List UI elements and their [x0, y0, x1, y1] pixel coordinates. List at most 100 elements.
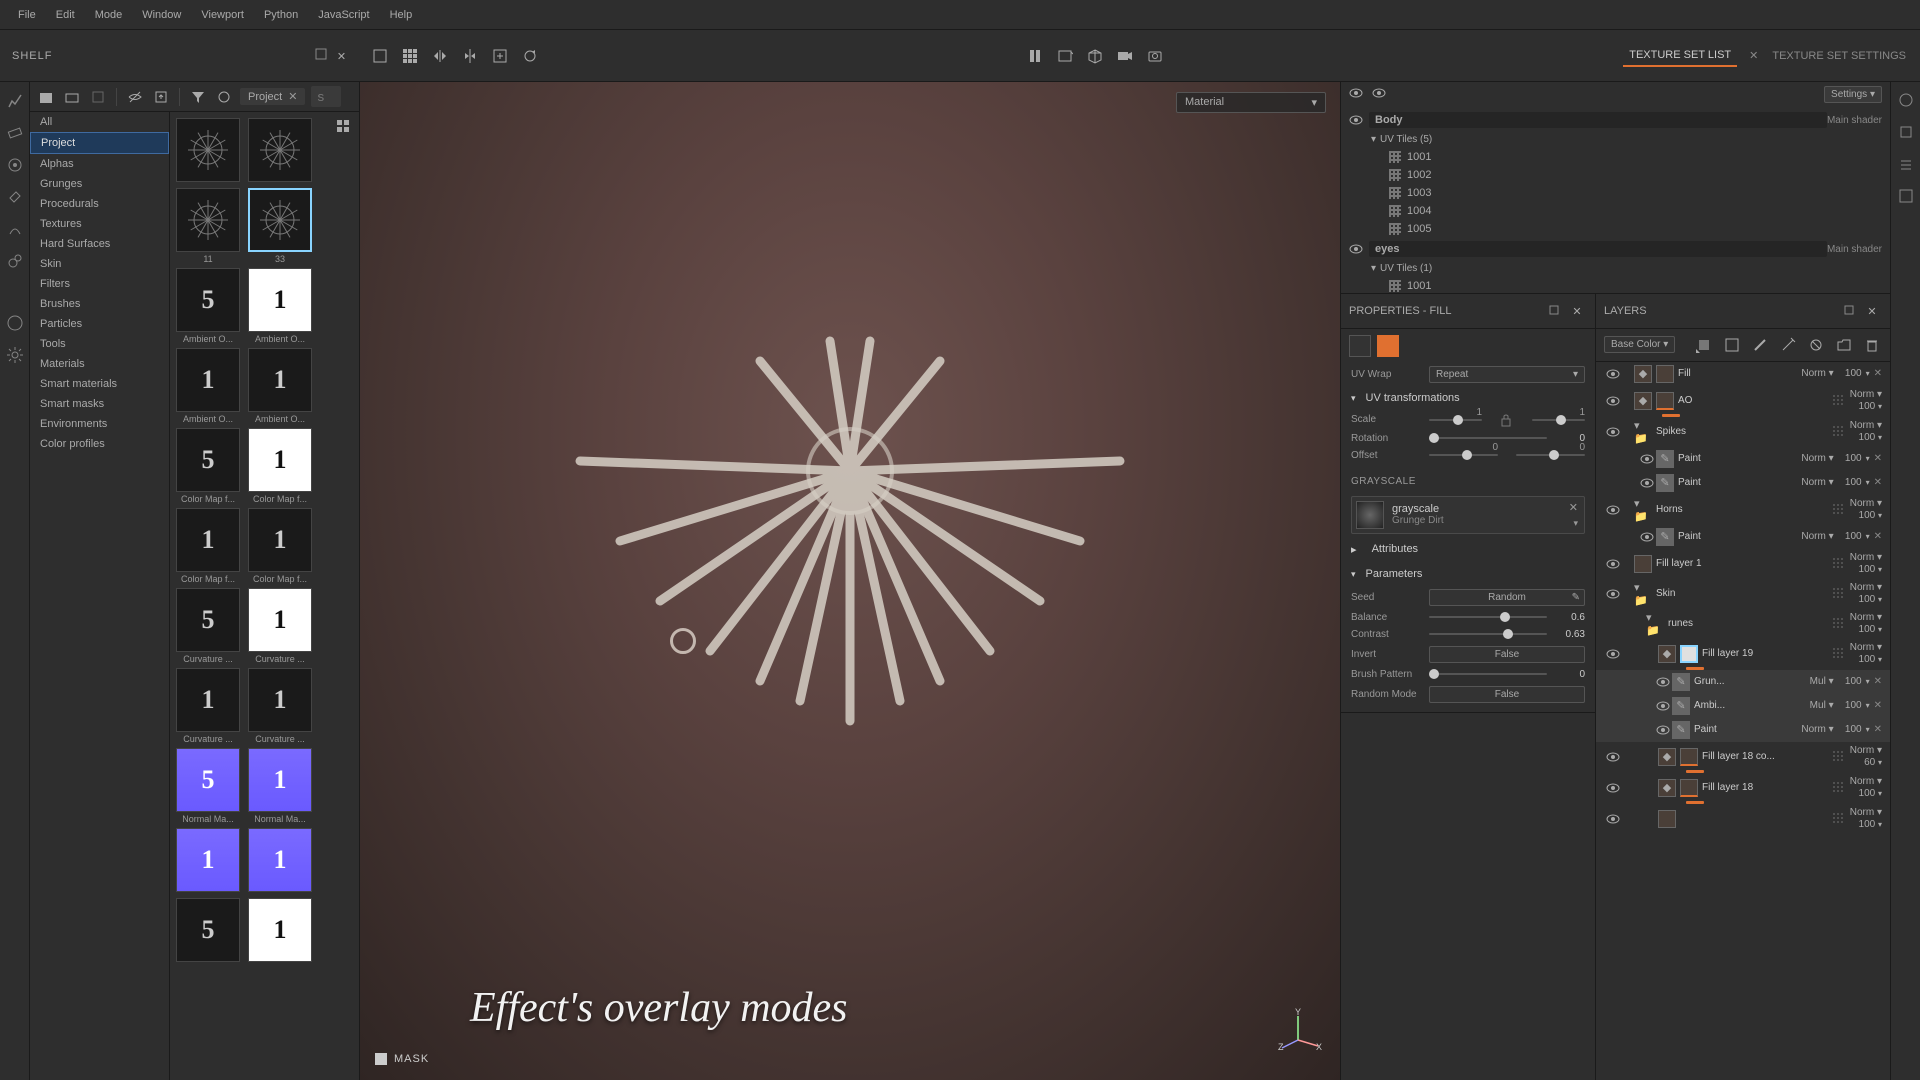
- tab-texture-set-settings[interactable]: TEXTURE SET SETTINGS: [1766, 46, 1912, 66]
- menu-viewport[interactable]: Viewport: [191, 9, 254, 21]
- layer-blend-dropdown[interactable]: Norm ▾: [1801, 368, 1833, 379]
- layer-blend-dropdown[interactable]: Norm ▾: [1801, 724, 1833, 735]
- layer-handle-icon[interactable]: [1832, 812, 1846, 826]
- uv-tile-id[interactable]: 1001: [1407, 280, 1431, 292]
- layer-handle-icon[interactable]: [1832, 394, 1846, 408]
- layer-row-5[interactable]: ▾ 📁Horns Norm ▾ 100 ▾: [1596, 495, 1890, 525]
- layer-eye-icon[interactable]: [1604, 649, 1622, 659]
- shelf-thumb-10[interactable]: 1Color Map f...: [176, 508, 240, 584]
- shelf-category-hard-surfaces[interactable]: Hard Surfaces: [30, 234, 169, 254]
- layer-blend-dropdown[interactable]: Norm ▾: [1850, 420, 1882, 431]
- layer-blend-dropdown[interactable]: Norm ▾: [1850, 807, 1882, 818]
- shelf-category-procedurals[interactable]: Procedurals: [30, 194, 169, 214]
- layer-thumb-icon[interactable]: [1680, 779, 1698, 797]
- pause-icon[interactable]: [1025, 46, 1045, 66]
- tsl-eye-icon[interactable]: [1349, 244, 1363, 254]
- layer-remove-icon[interactable]: ✕: [1874, 477, 1882, 488]
- uv-tile-id[interactable]: 1002: [1407, 169, 1431, 181]
- layer-name[interactable]: Fill layer 18 co...: [1702, 751, 1775, 762]
- filter-icon[interactable]: [188, 87, 208, 107]
- layer-name[interactable]: Ambi...: [1694, 700, 1725, 711]
- layer-remove-icon[interactable]: ✕: [1874, 453, 1882, 464]
- layer-name[interactable]: Skin: [1656, 588, 1675, 599]
- menu-javascript[interactable]: JavaScript: [308, 9, 379, 21]
- shelf-thumb-21[interactable]: 1: [248, 898, 312, 964]
- layer-row-10[interactable]: ◆Fill layer 19 Norm ▾ 100 ▾: [1596, 639, 1890, 669]
- menu-window[interactable]: Window: [132, 9, 191, 21]
- settings-gear-icon[interactable]: [6, 346, 24, 364]
- menu-help[interactable]: Help: [380, 9, 423, 21]
- layer-row-8[interactable]: ▾ 📁Skin Norm ▾ 100 ▾: [1596, 579, 1890, 609]
- shelf-thumb-5[interactable]: 1Ambient O...: [248, 268, 312, 344]
- layer-row-4[interactable]: ✎PaintNorm ▾100▾✕: [1596, 471, 1890, 495]
- layer-thumb-icon[interactable]: ◆: [1658, 779, 1676, 797]
- shelf-thumb-7[interactable]: 1Ambient O...: [248, 348, 312, 424]
- shelf-category-particles[interactable]: Particles: [30, 314, 169, 334]
- layer-opacity[interactable]: 100: [1838, 368, 1862, 379]
- layer-thumb-icon[interactable]: ✎: [1656, 474, 1674, 492]
- invert-dropdown[interactable]: False: [1429, 646, 1585, 663]
- layer-thumb-icon[interactable]: [1634, 555, 1652, 573]
- layer-blend-dropdown[interactable]: Mul ▾: [1810, 700, 1834, 711]
- layer-remove-icon[interactable]: ✕: [1874, 531, 1882, 542]
- tsl-eye-solo-icon[interactable]: [1372, 88, 1386, 98]
- layer-eye-icon[interactable]: [1654, 677, 1672, 687]
- layer-name[interactable]: runes: [1668, 618, 1693, 629]
- shelf-thumb-19[interactable]: 1: [248, 828, 312, 894]
- grayscale-resource-chip[interactable]: grayscale Grunge Dirt ✕ ▾: [1351, 496, 1585, 534]
- shelf-thumb-8[interactable]: 5Color Map f...: [176, 428, 240, 504]
- layer-eye-icon[interactable]: [1638, 478, 1656, 488]
- layer-eye-icon[interactable]: [1604, 396, 1622, 406]
- shelf-thumb-6[interactable]: 1Ambient O...: [176, 348, 240, 424]
- layer-eye-icon[interactable]: [1604, 752, 1622, 762]
- layer-opacity[interactable]: 100: [1859, 510, 1876, 521]
- tsl-eye-all-icon[interactable]: [1349, 88, 1363, 98]
- uv-wrap-dropdown[interactable]: Repeat▾: [1429, 366, 1585, 383]
- layer-remove-icon[interactable]: ✕: [1874, 700, 1882, 711]
- shelf-category-smart-materials[interactable]: Smart materials: [30, 374, 169, 394]
- shelf-thumb-14[interactable]: 1Curvature ...: [176, 668, 240, 744]
- layer-handle-icon[interactable]: [1832, 425, 1846, 439]
- symmetry-icon[interactable]: [430, 46, 450, 66]
- tsl-tiles-label[interactable]: UV Tiles (1): [1380, 263, 1432, 274]
- layer-blend-dropdown[interactable]: Norm ▾: [1801, 453, 1833, 464]
- layer-remove-icon[interactable]: ✕: [1874, 724, 1882, 735]
- layers-close-icon[interactable]: ✕: [1862, 302, 1882, 322]
- layer-remove-icon[interactable]: ✕: [1874, 676, 1882, 687]
- layer-row-9[interactable]: ▾ 📁runes Norm ▾ 100 ▾: [1596, 609, 1890, 639]
- layer-thumb-icon[interactable]: [1680, 645, 1698, 663]
- shelf-category-project[interactable]: Project: [30, 132, 169, 154]
- menu-file[interactable]: File: [8, 9, 46, 21]
- layer-thumb-icon[interactable]: ✎: [1672, 721, 1690, 739]
- tsl-settings-dropdown[interactable]: Settings ▾: [1824, 86, 1882, 103]
- tsl-tiles-label[interactable]: UV Tiles (5): [1380, 134, 1432, 145]
- add-icon[interactable]: [490, 46, 510, 66]
- shelf-category-environments[interactable]: Environments: [30, 414, 169, 434]
- layer-handle-icon[interactable]: [1832, 587, 1846, 601]
- shelf-thumb-9[interactable]: 1Color Map f...: [248, 428, 312, 504]
- viewport-3d[interactable]: Material ▾ Effect's overlay modes MASK Y…: [360, 82, 1340, 1080]
- shelf-category-smart-masks[interactable]: Smart masks: [30, 394, 169, 414]
- properties-close-icon[interactable]: ✕: [1567, 302, 1587, 322]
- layer-thumb-icon[interactable]: ◆: [1658, 748, 1676, 766]
- layer-row-11[interactable]: ✎Grun...Mul ▾100▾✕: [1596, 670, 1890, 694]
- layer-eye-icon[interactable]: [1604, 783, 1622, 793]
- render-mode-icon[interactable]: [1055, 46, 1075, 66]
- layer-blend-dropdown[interactable]: Norm ▾: [1850, 389, 1882, 400]
- search-chip-clear-icon[interactable]: ✕: [288, 90, 297, 103]
- layer-blend-dropdown[interactable]: Norm ▾: [1850, 612, 1882, 623]
- shelf-thumb-3[interactable]: 33: [248, 188, 312, 264]
- layer-name[interactable]: Grun...: [1694, 676, 1725, 687]
- import-icon[interactable]: [36, 87, 56, 107]
- shelf-category-grunges[interactable]: Grunges: [30, 174, 169, 194]
- layer-opacity[interactable]: 100: [1859, 432, 1876, 443]
- export-icon[interactable]: [151, 87, 171, 107]
- shelf-thumb-2[interactable]: 11: [176, 188, 240, 264]
- shelf-category-color-profiles[interactable]: Color profiles: [30, 434, 169, 454]
- tsl-eye-icon[interactable]: [1349, 115, 1363, 125]
- uv-transformations-section[interactable]: UV transformations: [1341, 386, 1595, 410]
- layer-eye-icon[interactable]: [1654, 701, 1672, 711]
- layer-eye-icon[interactable]: [1604, 505, 1622, 515]
- layer-blend-dropdown[interactable]: Norm ▾: [1850, 776, 1882, 787]
- layer-row-1[interactable]: ◆AO Norm ▾ 100 ▾: [1596, 386, 1890, 416]
